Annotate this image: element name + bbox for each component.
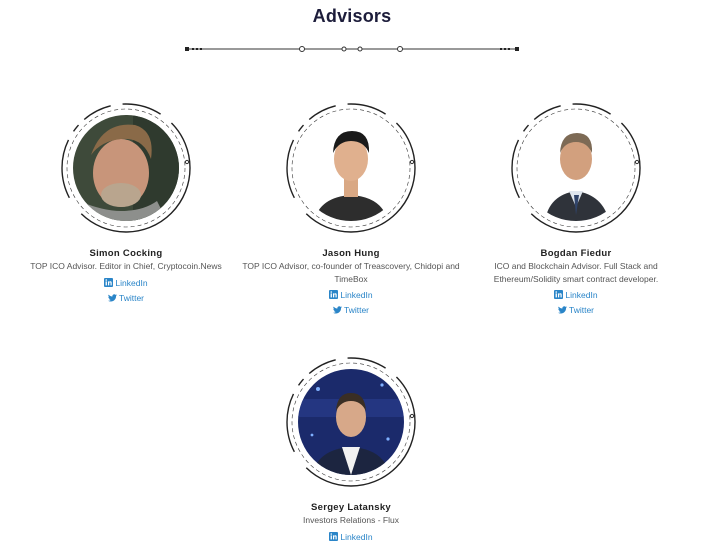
twitter-label: Twitter: [343, 305, 370, 315]
advisor-card-bogdan-fiedur: Bogdan Fiedur ICO and Blockchain Advisor…: [461, 100, 691, 318]
advisor-card-sergey-latansky: Sergey Latansky Investors Relations - Fl…: [236, 354, 466, 545]
twitter-icon: [332, 306, 342, 314]
advisor-photo-frame: [508, 100, 644, 236]
advisor-photo-frame: [58, 100, 194, 236]
advisor-card-jason-hung: Jason Hung TOP ICO Advisor, co-founder o…: [236, 100, 466, 318]
linkedin-label: LinkedIn: [565, 290, 598, 300]
twitter-icon: [557, 306, 567, 314]
advisor-photo-frame: [283, 100, 419, 236]
advisor-photo: [523, 115, 629, 221]
section-divider: [185, 46, 519, 52]
advisor-role: TOP ICO Advisor. Editor in Chief, Crypto…: [30, 261, 222, 271]
advisor-name: Bogdan Fiedur: [540, 248, 612, 259]
linkedin-link[interactable]: LinkedIn: [11, 276, 241, 291]
linkedin-icon: [329, 290, 339, 299]
linkedin-link[interactable]: LinkedIn: [236, 530, 466, 545]
advisor-role: ICO and Blockchain Advisor. Full Stack a…: [493, 261, 659, 284]
advisor-photo-frame: [283, 354, 419, 490]
advisor-role: TOP ICO Advisor, co-founder of Treascove…: [242, 261, 460, 284]
advisor-photo: [73, 115, 179, 221]
twitter-icon: [107, 293, 117, 302]
advisor-photo: [298, 369, 404, 475]
twitter-link[interactable]: Twitter: [461, 303, 691, 318]
advisor-name: Simon Cocking: [89, 248, 163, 259]
section-title: Advisors: [312, 6, 392, 26]
linkedin-link[interactable]: LinkedIn: [461, 288, 691, 303]
linkedin-icon: [104, 277, 114, 287]
advisor-photo: [298, 115, 404, 221]
advisor-name: Sergey Latansky: [310, 502, 391, 513]
linkedin-label: LinkedIn: [115, 277, 148, 288]
advisor-name: Jason Hung: [322, 248, 380, 259]
twitter-label: Twitter: [568, 305, 595, 315]
advisor-card-simon-cocking: Simon Cocking TOP ICO Advisor. Editor in…: [11, 100, 241, 306]
linkedin-icon: [554, 290, 564, 299]
advisor-role: Investors Relations - Flux: [303, 515, 399, 525]
linkedin-label: LinkedIn: [340, 290, 373, 300]
linkedin-icon: [329, 531, 339, 541]
twitter-link[interactable]: Twitter: [236, 303, 466, 318]
linkedin-link[interactable]: LinkedIn: [236, 288, 466, 303]
twitter-label: Twitter: [118, 292, 145, 303]
twitter-link[interactable]: Twitter: [11, 291, 241, 306]
linkedin-label: LinkedIn: [340, 531, 373, 542]
